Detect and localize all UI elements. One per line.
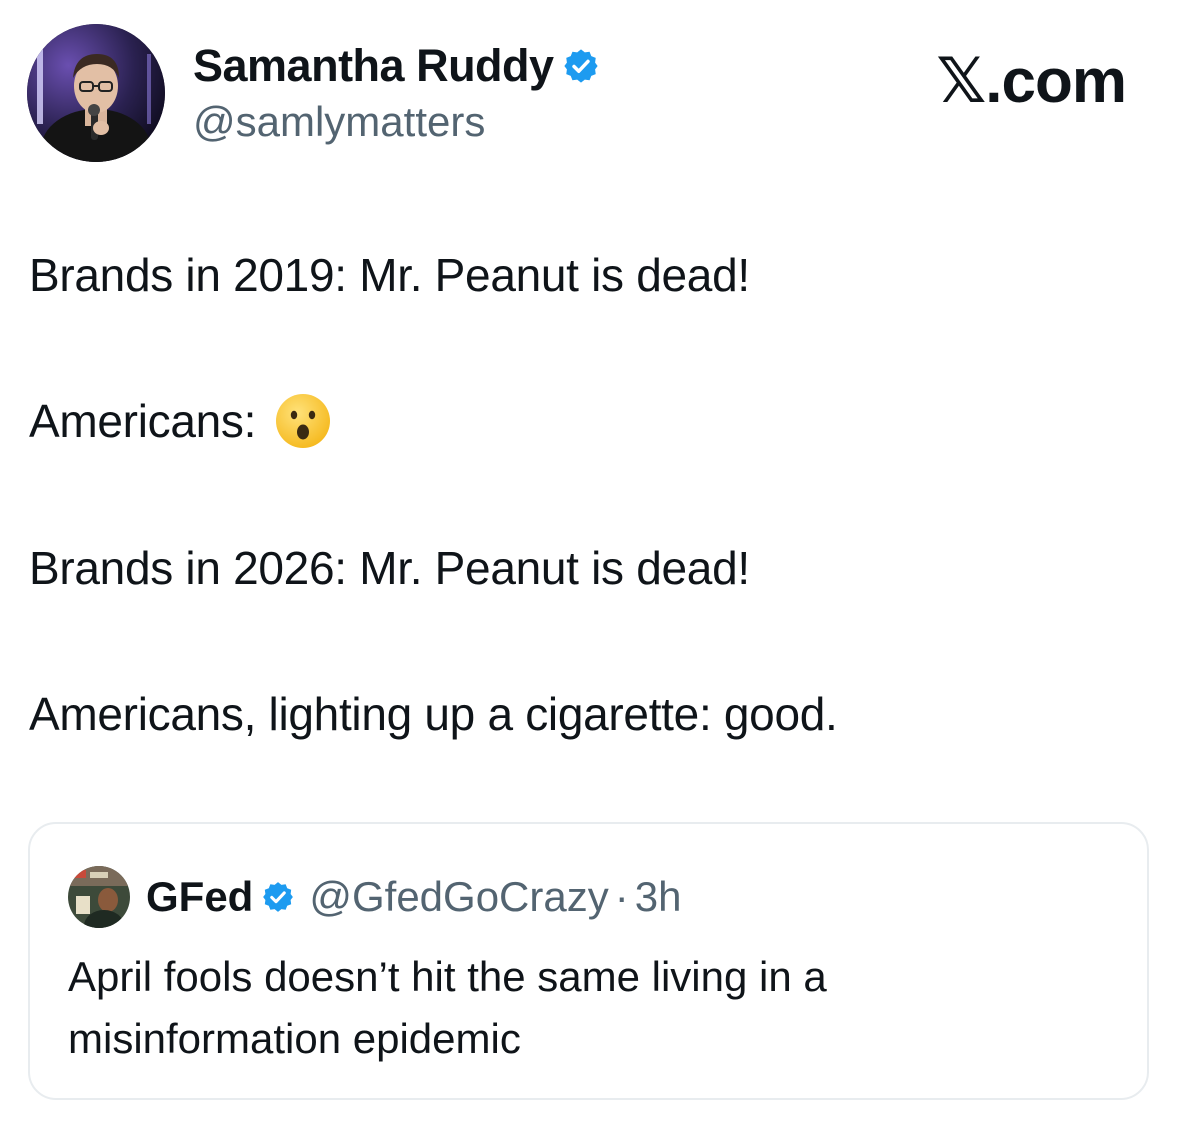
quoted-verified-badge-icon bbox=[261, 880, 295, 914]
verified-badge-icon bbox=[562, 47, 600, 85]
quoted-author-handle[interactable]: @GfedGoCrazy bbox=[309, 873, 608, 921]
tweet-text-line-1: Brands in 2019: Mr. Peanut is dead! bbox=[29, 249, 750, 301]
quoted-author-avatar-image bbox=[68, 866, 130, 928]
tweet-text-line-4: Americans, lighting up a cigarette: good… bbox=[29, 688, 838, 740]
quoted-author-avatar[interactable] bbox=[68, 866, 130, 928]
author-display-name[interactable]: Samantha Ruddy bbox=[193, 40, 554, 92]
quoted-tweet-text: April fools doesn’t hit the same living … bbox=[68, 953, 827, 1062]
tweet-text-line-2: Americans: bbox=[29, 392, 332, 450]
quoted-tweet-card[interactable]: GFed @GfedGoCrazy · 3h April fools doesn… bbox=[28, 822, 1149, 1100]
quoted-header-separator: · bbox=[614, 873, 629, 920]
quoted-tweet-timestamp[interactable]: 3h bbox=[635, 873, 682, 921]
quoted-author-display-name[interactable]: GFed bbox=[146, 873, 253, 921]
author-avatar-image bbox=[27, 24, 165, 162]
author-handle[interactable]: @samlymatters bbox=[193, 98, 485, 146]
quoted-tweet-header: GFed @GfedGoCrazy · 3h bbox=[68, 866, 681, 928]
tweet-text-line-3: Brands in 2026: Mr. Peanut is dead! bbox=[29, 542, 750, 594]
tweet-text-line-2-label: Americans: bbox=[29, 395, 257, 447]
x-brand-watermark: 𝕏.com bbox=[936, 47, 1127, 116]
author-name-row: Samantha Ruddy bbox=[193, 38, 600, 94]
author-avatar[interactable] bbox=[27, 24, 165, 162]
astonished-face-emoji-icon bbox=[274, 392, 332, 450]
